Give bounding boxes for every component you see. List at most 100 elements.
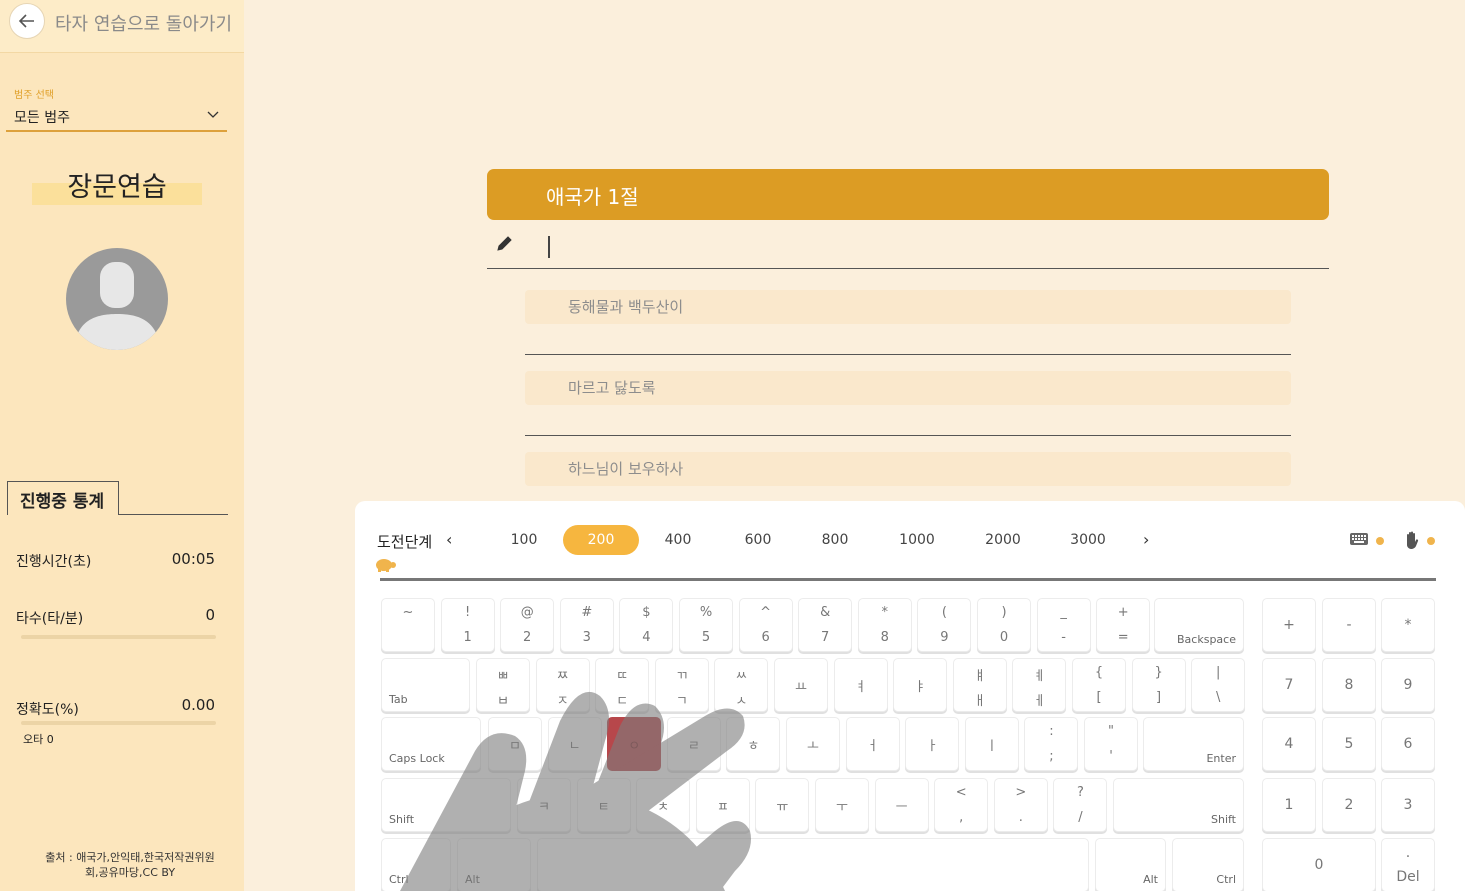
key-base-char: ㅔ	[1033, 694, 1046, 709]
numpad-key[interactable]: 9	[1381, 658, 1435, 712]
key-char: ㅣ	[985, 739, 998, 754]
key-shift-char: }	[1154, 665, 1163, 680]
numpad-key[interactable]: -	[1322, 598, 1376, 652]
level-800[interactable]: 800	[796, 525, 874, 555]
key-row3[interactable]: ㅁ	[488, 717, 542, 771]
key-row2[interactable]: ㄲㄱ	[654, 658, 709, 712]
key-row3[interactable]: :;	[1024, 717, 1079, 771]
key-row2[interactable]: ㅕ	[833, 658, 888, 712]
capslock-key[interactable]: Caps Lock	[381, 717, 481, 771]
key-row3[interactable]: ㅎ	[726, 717, 781, 771]
key-row3[interactable]: ㅗ	[786, 717, 840, 771]
numpad-key[interactable]: 2	[1322, 778, 1376, 832]
key-row4[interactable]: <,	[934, 778, 989, 832]
key-row1[interactable]: + =	[1096, 598, 1151, 652]
key-row3[interactable]: " '	[1084, 717, 1138, 771]
level-3000[interactable]: 3000	[1047, 525, 1129, 555]
key-row1[interactable]: % 5	[679, 598, 733, 652]
key-row2[interactable]: ㅖㅔ	[1012, 658, 1067, 712]
highlighted-key[interactable]: ㅇ	[607, 717, 662, 771]
key-row4[interactable]: ㅍ	[695, 778, 750, 832]
key-row3[interactable]: ㅏ	[905, 717, 960, 771]
key-row4[interactable]: ? /	[1053, 778, 1108, 832]
key-row2[interactable]: ㄸㄷ	[595, 658, 650, 712]
key-row2[interactable]: ㅃㅂ	[476, 658, 530, 712]
keyboard-icon[interactable]	[1350, 532, 1368, 546]
key-row2[interactable]: {[	[1072, 658, 1126, 712]
key-char: ㅓ	[866, 739, 879, 754]
numpad-char: *	[1404, 617, 1412, 633]
key-row4[interactable]: >.	[993, 778, 1048, 832]
level-400[interactable]: 400	[639, 525, 717, 555]
key-row4[interactable]: ㅠ	[755, 778, 810, 832]
level-prev-button[interactable]: ‹	[446, 530, 452, 549]
key-row2[interactable]: ㅉㅈ	[535, 658, 590, 712]
key-row3[interactable]: ㅣ	[964, 717, 1019, 771]
key-row2[interactable]: ㅛ	[774, 658, 828, 712]
numpad-zero-key[interactable]: 0	[1262, 838, 1376, 891]
backspace-key[interactable]: Backspace	[1154, 598, 1244, 652]
key-row1[interactable]: #3	[559, 598, 614, 652]
key-row1[interactable]: ) 0	[977, 598, 1031, 652]
key-char: ㅠ	[776, 800, 789, 815]
ctrl-left-key[interactable]: Ctrl	[381, 838, 451, 891]
key-row2[interactable]: ㅑ	[893, 658, 948, 712]
alt-left-key[interactable]: Alt	[457, 838, 531, 891]
key-row1[interactable]: ^ 6	[738, 598, 793, 652]
space-key[interactable]	[537, 838, 1089, 891]
key-row1[interactable]: ~	[381, 598, 435, 652]
key-row4[interactable]: ㅊ	[636, 778, 691, 832]
key-row4[interactable]: ㅌ	[576, 778, 631, 832]
numpad-key[interactable]: 4	[1262, 717, 1316, 771]
key-row3[interactable]: ㄹ	[666, 717, 721, 771]
numpad-key[interactable]: 8	[1322, 658, 1376, 712]
key-row4[interactable]: ㅜ	[815, 778, 869, 832]
hand-toggle-dot[interactable]	[1427, 537, 1435, 545]
accuracy-label: 정확도(%)	[16, 702, 79, 718]
key-row1[interactable]: (9	[917, 598, 972, 652]
key-row2[interactable]: }]	[1131, 658, 1186, 712]
alt-right-key[interactable]: Alt	[1095, 838, 1166, 891]
keyboard-toggle-dot[interactable]	[1376, 537, 1384, 545]
numpad-char: 8	[1344, 677, 1354, 693]
level-600[interactable]: 600	[719, 525, 797, 555]
key-row3[interactable]: ㅓ	[845, 717, 900, 771]
key-row1[interactable]: _ -	[1036, 598, 1091, 652]
key-row1[interactable]: $4	[619, 598, 674, 652]
level-1000[interactable]: 1000	[877, 525, 957, 555]
tab-key[interactable]: Tab	[381, 658, 470, 712]
back-button[interactable]	[9, 3, 45, 39]
key-row1[interactable]: * 8	[857, 598, 912, 652]
typing-input[interactable]	[487, 223, 1329, 269]
key-row2[interactable]: | \	[1191, 658, 1246, 712]
key-row2[interactable]: ㅆㅅ	[714, 658, 769, 712]
next-line-text: 동해물과 백두산이	[568, 298, 684, 316]
ctrl-right-key[interactable]: Ctrl	[1172, 838, 1244, 891]
key-row4[interactable]: ㅡ	[874, 778, 929, 832]
enter-key[interactable]: Enter	[1143, 717, 1244, 771]
level-100[interactable]: 100	[485, 525, 563, 555]
key-row1[interactable]: ! 1	[440, 598, 495, 652]
level-200[interactable]: 200	[563, 525, 639, 555]
stats-tab[interactable]: 진행중 통계	[7, 481, 119, 515]
category-select[interactable]: 모든 범주	[6, 100, 227, 132]
key-row3[interactable]: ㄴ	[547, 717, 602, 771]
key-row1[interactable]: @2	[500, 598, 555, 652]
numpad-key[interactable]: +	[1262, 598, 1316, 652]
level-2000[interactable]: 2000	[962, 525, 1044, 555]
level-next-button[interactable]: ›	[1143, 530, 1149, 549]
back-link[interactable]: 타자 연습으로 돌아가기	[55, 10, 232, 36]
hand-icon[interactable]	[1404, 531, 1420, 549]
numpad-key[interactable]: 5	[1322, 717, 1376, 771]
numpad-del-key[interactable]: . Del	[1381, 838, 1435, 891]
numpad-key[interactable]: 7	[1262, 658, 1316, 712]
numpad-key[interactable]: 6	[1381, 717, 1435, 771]
shift-right-key[interactable]: Shift	[1113, 778, 1244, 832]
key-row4[interactable]: ㅋ	[517, 778, 571, 832]
numpad-key[interactable]: *	[1381, 598, 1435, 652]
key-row1[interactable]: & 7	[798, 598, 853, 652]
shift-left-key[interactable]: Shift	[381, 778, 511, 832]
key-row2[interactable]: ㅒㅐ	[952, 658, 1007, 712]
numpad-key[interactable]: 1	[1262, 778, 1316, 832]
numpad-key[interactable]: 3	[1381, 778, 1435, 832]
